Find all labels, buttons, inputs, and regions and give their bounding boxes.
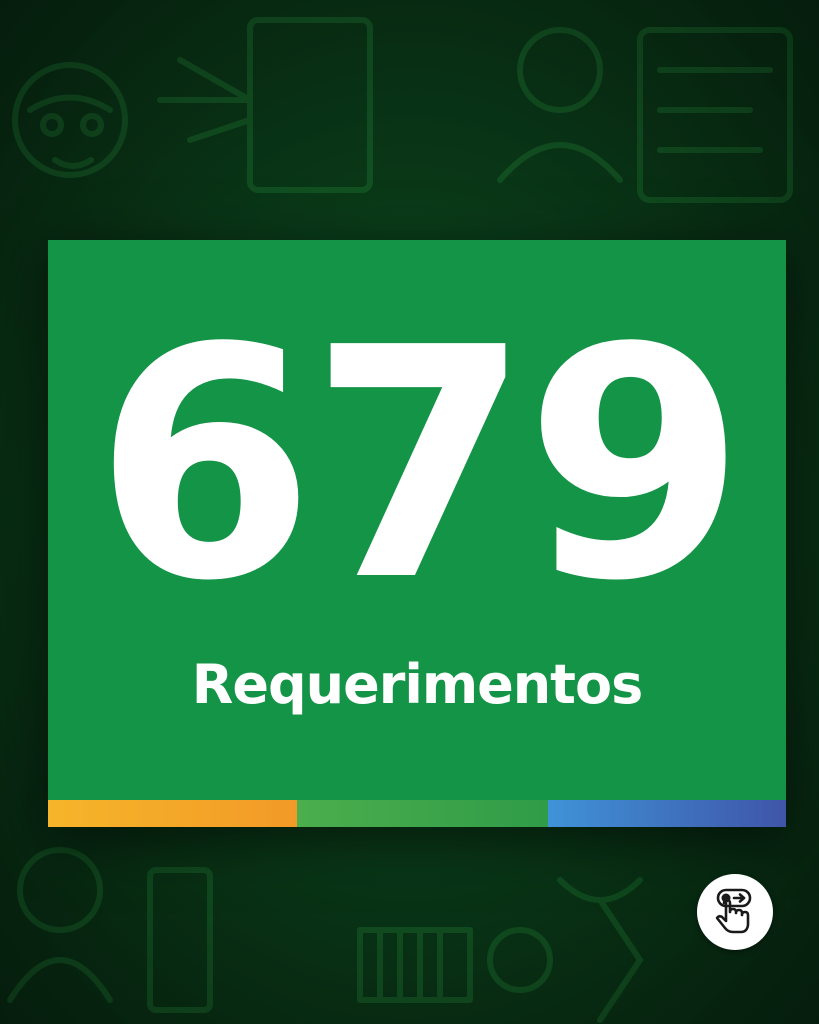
stat-number: 679 [94,280,746,650]
color-stripe [48,800,786,827]
stripe-blue [548,800,786,827]
stripe-green [297,800,548,827]
swipe-button[interactable] [697,874,773,950]
stat-card: 679 Requerimentos [48,240,786,827]
stat-label: Requerimentos [191,653,643,716]
swipe-hand-icon [715,888,752,934]
stripe-yellow [48,800,297,827]
